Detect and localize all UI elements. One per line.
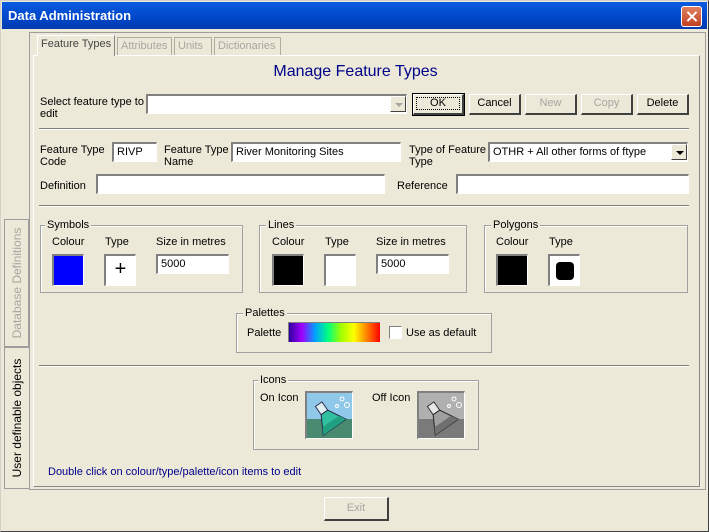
select-feature-type-label: Select feature type to edit bbox=[40, 96, 144, 120]
tab-dictionaries-label: Dictionaries bbox=[218, 40, 276, 52]
tab-units-label: Units bbox=[178, 40, 204, 52]
delete-button[interactable]: Delete bbox=[637, 94, 689, 115]
feature-type-code-label: Feature Type Code bbox=[40, 144, 105, 168]
title-bar[interactable]: Data Administration bbox=[2, 2, 707, 29]
symbols-type-label: Type bbox=[105, 236, 129, 248]
use-as-default-label: Use as default bbox=[406, 327, 477, 339]
exit-button[interactable]: Exit bbox=[324, 497, 389, 521]
tab-attributes-label: Attributes bbox=[121, 40, 168, 52]
tab-database-definitions[interactable]: Database Definitions bbox=[4, 219, 29, 347]
chevron-down-icon[interactable] bbox=[671, 144, 687, 160]
edit-hint: Double click on colour/type/palette/icon… bbox=[48, 466, 302, 478]
lines-group-title: Lines bbox=[266, 219, 297, 231]
off-icon-label: Off Icon bbox=[372, 392, 411, 404]
symbols-colour-swatch[interactable] bbox=[52, 254, 84, 286]
polygons-group-title: Polygons bbox=[491, 219, 541, 231]
off-icon-preview[interactable] bbox=[417, 391, 465, 439]
plus-icon: + bbox=[114, 258, 127, 280]
tab-database-definitions-label: Database Definitions bbox=[9, 227, 24, 339]
symbols-size-field[interactable]: 5000 bbox=[156, 254, 229, 274]
feature-type-code-field[interactable]: RIVP bbox=[112, 142, 157, 162]
feature-type-code-value: RIVP bbox=[117, 146, 143, 158]
use-as-default-checkbox[interactable] bbox=[389, 326, 402, 339]
lines-type-label: Type bbox=[325, 236, 349, 248]
new-button-label: New bbox=[539, 97, 562, 109]
polygons-colour-label: Colour bbox=[496, 236, 529, 248]
lines-size-field[interactable]: 5000 bbox=[376, 254, 449, 274]
polygons-colour-swatch[interactable] bbox=[496, 254, 528, 286]
type-of-feature-type-label: Type of Feature Type bbox=[409, 144, 487, 168]
symbols-size-label: Size in metres bbox=[156, 236, 226, 248]
type-of-feature-type-value: OTHR + All other forms of ftype bbox=[493, 146, 647, 158]
rounded-square-icon bbox=[556, 262, 574, 280]
on-icon-preview[interactable] bbox=[305, 391, 353, 439]
symbols-size-value: 5000 bbox=[161, 258, 186, 270]
definition-label: Definition bbox=[40, 180, 86, 192]
tab-user-definable-objects[interactable]: User definable objects bbox=[4, 347, 29, 489]
chevron-down-icon[interactable] bbox=[390, 96, 406, 112]
feature-type-name-value: River Monitoring Sites bbox=[236, 146, 344, 158]
delete-button-label: Delete bbox=[646, 97, 679, 109]
ok-button[interactable]: OK bbox=[412, 93, 465, 116]
lines-colour-label: Colour bbox=[272, 236, 305, 248]
flask-icon bbox=[307, 393, 352, 438]
icons-group-title: Icons bbox=[258, 374, 289, 386]
cancel-button-label: Cancel bbox=[477, 97, 512, 109]
symbols-colour-label: Colour bbox=[52, 236, 85, 248]
data-administration-window: Data Administration Database Definitions… bbox=[0, 0, 709, 532]
type-of-feature-type-select[interactable]: OTHR + All other forms of ftype bbox=[488, 142, 688, 162]
tab-attributes[interactable]: Attributes bbox=[117, 37, 172, 55]
palette-label: Palette bbox=[247, 327, 282, 339]
separator bbox=[39, 128, 689, 130]
symbols-group-title: Symbols bbox=[45, 219, 92, 231]
page-heading: Manage Feature Types bbox=[273, 63, 438, 80]
tab-feature-types[interactable]: Feature Types bbox=[37, 35, 115, 56]
tab-dictionaries[interactable]: Dictionaries bbox=[214, 37, 281, 55]
feature-type-name-field[interactable]: River Monitoring Sites bbox=[231, 142, 401, 162]
tab-user-definable-objects-label: User definable objects bbox=[10, 358, 24, 478]
feature-type-select[interactable] bbox=[146, 94, 407, 114]
ok-button-label: OK bbox=[430, 97, 446, 109]
definition-field[interactable] bbox=[96, 174, 385, 194]
on-icon-label: On Icon bbox=[260, 392, 299, 404]
lines-type-swatch[interactable] bbox=[324, 254, 356, 286]
separator bbox=[39, 365, 689, 367]
lines-size-label: Size in metres bbox=[376, 236, 446, 248]
reference-field[interactable] bbox=[456, 174, 689, 194]
symbols-type-swatch[interactable]: + bbox=[104, 254, 136, 286]
close-button[interactable] bbox=[681, 6, 702, 27]
palettes-group-title: Palettes bbox=[243, 307, 287, 319]
cancel-button[interactable]: Cancel bbox=[469, 94, 521, 115]
copy-button-label: Copy bbox=[593, 97, 620, 109]
polygons-type-label: Type bbox=[549, 236, 573, 248]
palette-gradient-swatch[interactable] bbox=[288, 322, 380, 342]
copy-button[interactable]: Copy bbox=[581, 94, 633, 115]
new-button[interactable]: New bbox=[525, 94, 577, 115]
lines-size-value: 5000 bbox=[381, 258, 406, 270]
polygons-type-swatch[interactable] bbox=[548, 254, 580, 286]
feature-type-name-label: Feature Type Name bbox=[164, 144, 229, 168]
reference-label: Reference bbox=[397, 180, 448, 192]
lines-colour-swatch[interactable] bbox=[272, 254, 304, 286]
tab-units[interactable]: Units bbox=[174, 37, 212, 55]
exit-button-label: Exit bbox=[346, 502, 366, 514]
tab-feature-types-label: Feature Types bbox=[41, 38, 112, 50]
window-title: Data Administration bbox=[8, 8, 132, 23]
separator bbox=[39, 205, 689, 207]
flask-icon bbox=[419, 393, 464, 438]
